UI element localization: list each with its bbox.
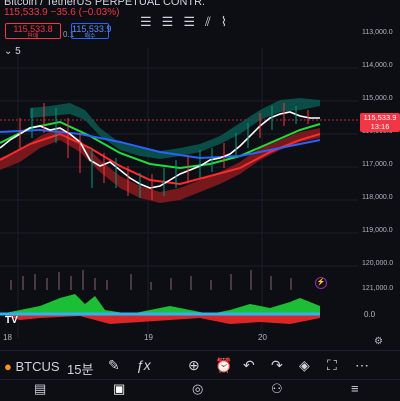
time-label: 18 — [3, 333, 12, 342]
line-tool-icon[interactable]: ⌇ — [221, 14, 237, 29]
bar-chart-icon[interactable]: ⫽ — [205, 14, 221, 29]
time-axis[interactable]: 18 19 20 — [0, 331, 400, 347]
indicators-toggle[interactable]: ⌄ 5 — [4, 46, 21, 57]
oscillator-zero-label: 0.0 — [364, 310, 376, 319]
add-icon[interactable]: ⊕ — [188, 357, 200, 374]
price-axis[interactable]: 113,000.0 114,000.0 115,000.0 116,000.0 … — [358, 0, 400, 300]
tradingview-logo: TV — [5, 315, 18, 326]
settings-sliders-icon[interactable]: ☰ — [140, 14, 162, 29]
last-price-value: 115,533.9 — [4, 7, 48, 18]
symbol-label: BTCUS — [15, 359, 60, 374]
volume-bars — [10, 270, 292, 290]
watchlist-icon[interactable]: ▤ — [34, 381, 46, 397]
chevron-down-icon: ⌄ — [4, 46, 13, 57]
sell-button[interactable]: 115,533.8 판매 — [5, 23, 61, 40]
sell-label: 판매 — [27, 34, 39, 40]
buy-price: 115,533.9 — [72, 24, 112, 34]
buy-label: 매수 — [84, 34, 96, 40]
time-label: 20 — [258, 333, 267, 342]
price-tick: 118,000.0 — [362, 194, 393, 201]
redo-icon[interactable]: ↷ — [271, 357, 283, 374]
explore-icon[interactable]: ◎ — [192, 381, 203, 397]
price-tick: 113,000.0 — [362, 29, 393, 36]
lightning-icon[interactable]: ⚡ — [315, 277, 327, 289]
ohlc-readout: 115,533.9 −35.6 (−0.03%) — [4, 7, 119, 18]
timeframe-selector[interactable]: 15분 — [67, 359, 93, 378]
price-tick: 121,000.0 — [362, 285, 394, 292]
chart-toolbar — [0, 350, 400, 379]
more-icon[interactable]: ⋯ — [355, 357, 369, 374]
bitcoin-icon: ● — [4, 359, 12, 374]
fx-icon[interactable]: ƒx — [136, 357, 151, 373]
alert-icon[interactable]: ⏰ — [215, 357, 232, 374]
chart-icon[interactable]: ▣ — [113, 381, 125, 397]
price-tick: 115,000.0 — [362, 95, 393, 102]
buy-button[interactable]: 115,533.9 매수 — [71, 23, 112, 40]
price-tick: 114,000.0 — [362, 62, 393, 69]
oscillator-up — [0, 294, 320, 314]
price-tick: 117,000.0 — [362, 161, 393, 168]
settings-sliders-icon[interactable]: ☰ — [183, 14, 205, 29]
undo-icon[interactable]: ↶ — [243, 357, 255, 374]
price-chart[interactable] — [0, 48, 358, 348]
menu-icon[interactable]: ≡ — [351, 381, 359, 396]
last-price-tag: 115,533.9 — [363, 113, 397, 122]
sell-price: 115,533.8 — [13, 24, 53, 34]
settings-sliders-icon[interactable]: ☰ — [162, 14, 184, 29]
fullscreen-icon[interactable]: ⛶ — [327, 357, 337, 374]
pencil-icon[interactable]: ✎ — [108, 357, 120, 374]
indicator-count: 5 — [15, 46, 21, 57]
price-tick: 120,000.0 — [362, 260, 394, 267]
community-icon[interactable]: ⚇ — [271, 381, 283, 397]
time-label: 19 — [144, 333, 153, 342]
indicator-toolbar: ☰☰☰⫽⌇ — [140, 14, 237, 30]
price-tick: 119,000.0 — [362, 227, 393, 234]
layers-icon[interactable]: ◈ — [299, 357, 310, 374]
gear-icon[interactable]: ⚙ — [374, 336, 383, 347]
bar-countdown: 13:16 — [370, 122, 390, 131]
symbol-selector[interactable]: ● BTCUS — [4, 359, 60, 374]
price-change: −35.6 (−0.03%) — [50, 7, 120, 18]
last-price-label: 115,533.9 13:16 — [360, 113, 400, 132]
